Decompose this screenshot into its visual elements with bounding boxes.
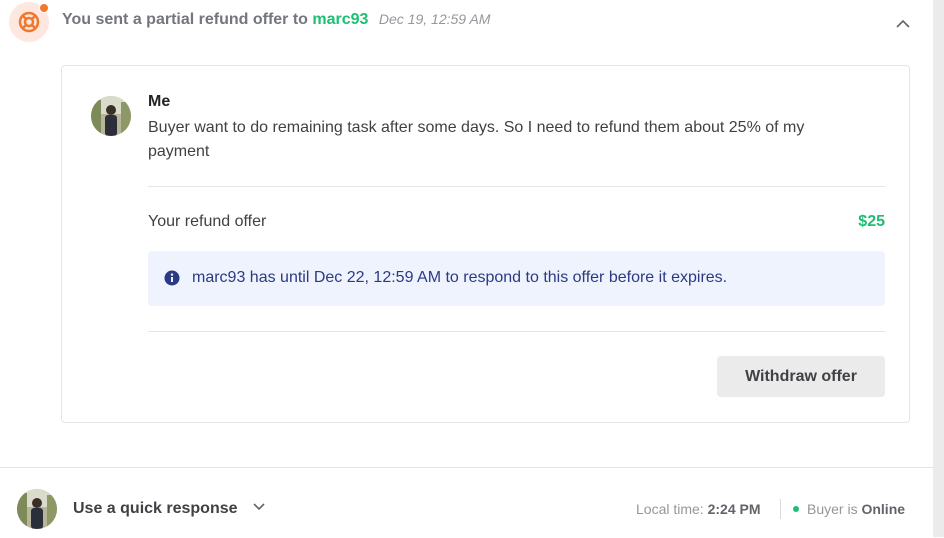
sender-name: Me [148, 93, 171, 110]
avatar [91, 96, 131, 136]
local-time-label: Local time: [636, 501, 704, 517]
scrollbar-track[interactable] [933, 0, 944, 537]
refund-offer-amount: $25 [858, 213, 885, 230]
message-footer: Use a quick response Local time: 2:24 PM… [0, 467, 933, 538]
local-time-value: 2:24 PM [707, 501, 761, 517]
divider [780, 499, 781, 519]
online-status-dot [793, 506, 799, 512]
buyer-username-link[interactable]: marc93 [312, 11, 368, 28]
quick-response-dropdown[interactable]: Use a quick response [73, 499, 266, 518]
avatar [17, 489, 57, 529]
notification-dot [39, 3, 49, 13]
quick-response-label: Use a quick response [73, 499, 238, 517]
activity-timestamp: Dec 19, 12:59 AM [378, 11, 491, 27]
withdraw-offer-button[interactable]: Withdraw offer [717, 356, 885, 397]
message-text: Buyer want to do remaining task after so… [148, 119, 805, 160]
buyer-online-status: Buyer is Online [807, 501, 905, 517]
divider [148, 331, 885, 332]
expiry-notice-text: marc93 has until Dec 22, 12:59 AM to res… [192, 269, 728, 286]
info-icon [164, 270, 180, 291]
activity-header: You sent a partial refund offer to marc9… [0, 0, 933, 44]
chevron-up-icon[interactable] [895, 16, 911, 37]
expiry-notice: marc93 has until Dec 22, 12:59 AM to res… [148, 251, 885, 306]
activity-title: You sent a partial refund offer to marc9… [62, 11, 490, 29]
refund-offer-card: Me Buyer want to do remaining task after… [61, 65, 910, 423]
divider [148, 186, 885, 187]
local-time: Local time: 2:24 PM [636, 501, 761, 517]
refund-offer-label: Your refund offer [148, 213, 267, 230]
buyer-status-label: Buyer is [807, 501, 858, 517]
activity-prefix: You sent a partial refund offer to [62, 11, 308, 28]
buyer-status-value: Online [861, 501, 906, 517]
chevron-down-icon [252, 499, 266, 518]
